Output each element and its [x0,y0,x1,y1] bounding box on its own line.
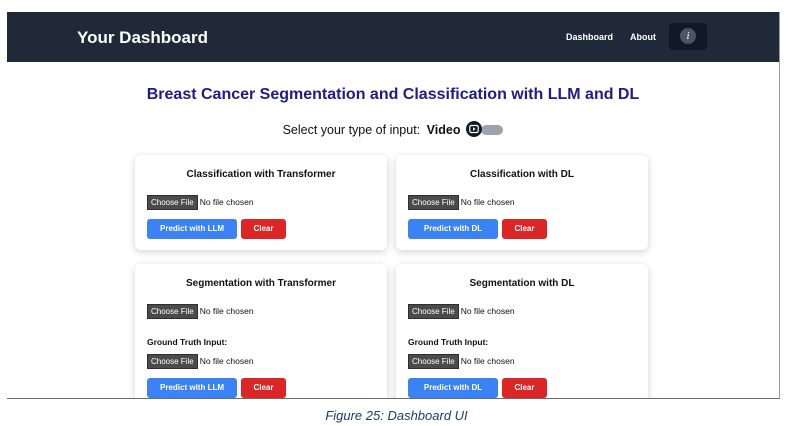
input-type-selector: Select your type of input: Video [7,121,779,137]
clear-button[interactable]: Clear [502,219,547,239]
card-classification-dl: Classification with DL Choose File No fil… [396,155,648,250]
card-title: Segmentation with Transformer [185,278,337,289]
brand-title[interactable]: Your Dashboard [77,28,208,48]
file-input-row: Choose File No file chosen [147,195,254,210]
app-window: Your Dashboard Dashboard About i Breast … [7,12,780,399]
clear-button[interactable]: Clear [502,378,547,398]
ground-truth-label: Ground Truth Input: [147,337,228,347]
choose-file-button[interactable]: Choose File [147,195,198,210]
ground-truth-file-row: Choose File No file chosen [408,354,515,369]
file-input-row: Choose File No file chosen [408,195,515,210]
card-segmentation-transformer: Segmentation with Transformer Choose Fil… [135,264,387,398]
page-title: Breast Cancer Segmentation and Classific… [146,86,640,103]
ground-truth-label: Ground Truth Input: [408,337,489,347]
card-classification-transformer: Classification with Transformer Choose F… [135,155,387,250]
choose-file-button[interactable]: Choose File [147,304,198,319]
info-icon: i [680,28,696,44]
file-status: No file chosen [199,306,254,316]
card-segmentation-dl: Segmentation with DL Choose File No file … [396,264,648,398]
clear-button[interactable]: Clear [241,219,286,239]
ground-truth-file-status: No file chosen [199,356,254,366]
file-input-row: Choose File No file chosen [408,304,515,319]
predict-with-llm-button[interactable]: Predict with LLM [147,378,237,398]
choose-file-button[interactable]: Choose File [408,195,459,210]
input-type-toggle[interactable] [481,125,504,135]
predict-with-dl-button[interactable]: Predict with DL [408,378,498,398]
navbar: Your Dashboard Dashboard About i [7,12,779,62]
figure-caption: Figure 25: Dashboard UI [325,408,468,423]
ground-truth-file-row: Choose File No file chosen [147,354,254,369]
choose-ground-truth-file-button[interactable]: Choose File [147,354,198,369]
input-type-label: Select your type of input: [282,123,421,137]
card-title: Segmentation with DL [469,278,575,289]
info-button[interactable]: i [669,23,707,50]
file-status: No file chosen [460,197,515,207]
video-icon [465,121,482,137]
choose-file-button[interactable]: Choose File [408,304,459,319]
predict-with-llm-button[interactable]: Predict with LLM [147,219,237,239]
nav-dashboard-link[interactable]: Dashboard [566,32,613,42]
choose-ground-truth-file-button[interactable]: Choose File [408,354,459,369]
file-status: No file chosen [199,197,254,207]
ground-truth-file-status: No file chosen [460,356,515,366]
predict-with-dl-button[interactable]: Predict with DL [408,219,498,239]
file-status: No file chosen [460,306,515,316]
card-title: Classification with DL [470,169,574,180]
card-title: Classification with Transformer [186,169,336,180]
file-input-row: Choose File No file chosen [147,304,254,319]
clear-button[interactable]: Clear [241,378,286,398]
nav-about-link[interactable]: About [630,32,656,42]
input-type-mode: Video [426,123,461,137]
